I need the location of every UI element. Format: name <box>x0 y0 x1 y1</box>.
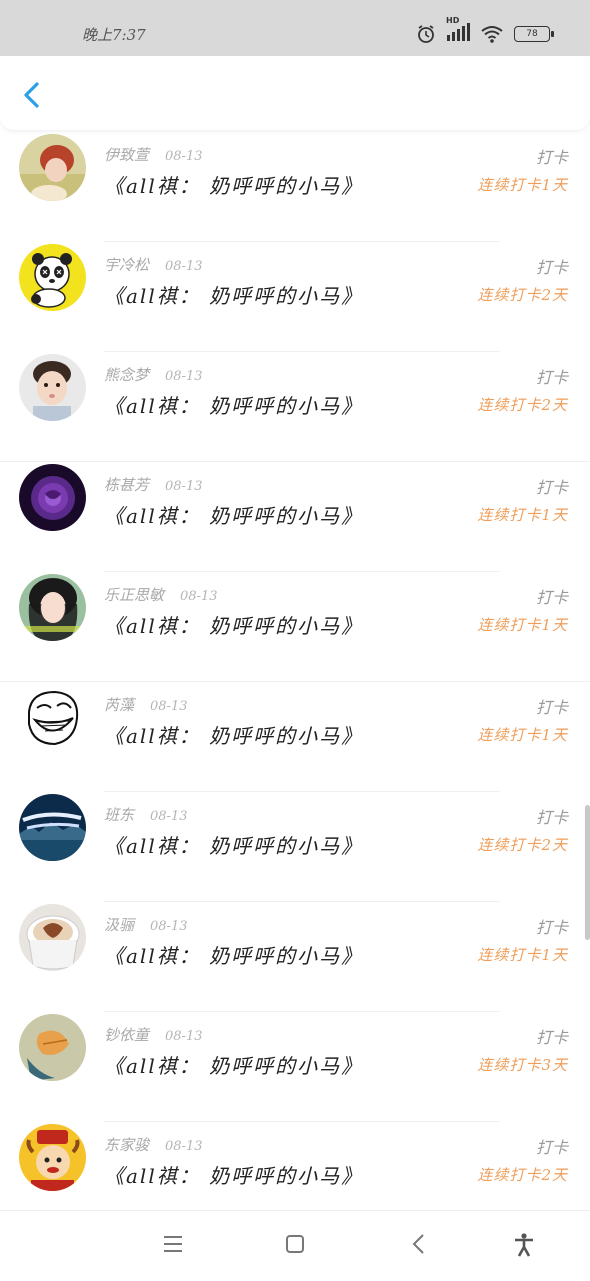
streak-label: 连续打卡3天 <box>477 1056 568 1074</box>
username[interactable]: 伊致萱 <box>104 146 149 164</box>
checkin-label: 打卡 <box>535 258 568 277</box>
user-info: 熊念梦 08-13 <box>104 364 203 385</box>
username[interactable]: 栋甚芳 <box>104 476 149 494</box>
username[interactable]: 东家骏 <box>104 1136 149 1154</box>
checkin-label: 打卡 <box>535 148 568 167</box>
avatar[interactable] <box>19 1014 86 1081</box>
list-item[interactable]: 班东 08-13 《all祺： 奶呼呼的小马》 打卡 连续打卡2天 <box>0 792 590 902</box>
book-title[interactable]: 《all祺： 奶呼呼的小马》 <box>104 1050 363 1079</box>
username[interactable]: 熊念梦 <box>104 366 149 384</box>
user-info: 乐正思敏 08-13 <box>104 584 218 605</box>
user-info: 东家骏 08-13 <box>104 1134 203 1155</box>
back-triangle-icon[interactable] <box>409 1233 429 1259</box>
date: 08-13 <box>150 809 188 824</box>
list-item[interactable]: 东家骏 08-13 《all祺： 奶呼呼的小马》 打卡 连续打卡2天 <box>0 1122 590 1210</box>
checkin-list: 伊致萱 08-13 《all祺： 奶呼呼的小马》 打卡 连续打卡1天 宇冷松 08-… <box>0 130 590 1210</box>
checkin-label: 打卡 <box>535 1028 568 1047</box>
avatar[interactable] <box>19 904 86 971</box>
streak-label: 连续打卡2天 <box>477 286 568 304</box>
checkin-label: 打卡 <box>535 808 568 827</box>
network-label: HD <box>446 16 460 25</box>
list-item[interactable]: 伊致萱 08-13 《all祺： 奶呼呼的小马》 打卡 连续打卡1天 <box>0 132 590 242</box>
avatar[interactable] <box>19 244 86 311</box>
user-info: 栋甚芳 08-13 <box>104 474 203 495</box>
accessibility-icon[interactable] <box>513 1233 535 1261</box>
streak-label: 连续打卡2天 <box>477 396 568 414</box>
avatar[interactable] <box>19 574 86 641</box>
user-info: 宇冷松 08-13 <box>104 254 203 275</box>
username[interactable]: 乐正思敏 <box>104 586 164 604</box>
username[interactable]: 宇冷松 <box>104 256 149 274</box>
username[interactable]: 班东 <box>104 806 134 824</box>
date: 08-13 <box>180 589 218 604</box>
date: 08-13 <box>150 699 188 714</box>
checkin-label: 打卡 <box>535 588 568 607</box>
user-info: 班东 08-13 <box>104 804 188 825</box>
chevron-left-icon <box>24 82 39 108</box>
date: 08-13 <box>165 1139 203 1154</box>
book-title[interactable]: 《all祺： 奶呼呼的小马》 <box>104 390 363 419</box>
date: 08-13 <box>150 919 188 934</box>
date: 08-13 <box>165 259 203 274</box>
status-time: 晚上7:37 <box>82 26 146 44</box>
book-title[interactable]: 《all祺： 奶呼呼的小马》 <box>104 280 363 309</box>
battery-indicator: 78 <box>514 26 554 42</box>
book-title[interactable]: 《all祺： 奶呼呼的小马》 <box>104 830 363 859</box>
streak-label: 连续打卡2天 <box>477 836 568 854</box>
avatar[interactable] <box>19 464 86 531</box>
date: 08-13 <box>165 369 203 384</box>
date: 08-13 <box>165 149 203 164</box>
wifi-icon <box>480 25 504 43</box>
signal-icon: HD <box>446 16 470 45</box>
book-title[interactable]: 《all祺： 奶呼呼的小马》 <box>104 170 363 199</box>
home-square-icon[interactable] <box>285 1233 305 1259</box>
back-button[interactable] <box>18 80 48 110</box>
list-item[interactable]: 钞依童 08-13 《all祺： 奶呼呼的小马》 打卡 连续打卡3天 <box>0 1012 590 1122</box>
checkin-label: 打卡 <box>535 478 568 497</box>
user-info: 钞依童 08-13 <box>104 1024 203 1045</box>
streak-label: 连续打卡1天 <box>477 726 568 744</box>
streak-label: 连续打卡1天 <box>477 946 568 964</box>
alarm-icon <box>416 24 436 44</box>
user-info: 伊致萱 08-13 <box>104 144 203 165</box>
list-item[interactable]: 芮藻 08-13 《all祺： 奶呼呼的小马》 打卡 连续打卡1天 <box>0 682 590 792</box>
username[interactable]: 钞依童 <box>104 1026 149 1044</box>
book-title[interactable]: 《all祺： 奶呼呼的小马》 <box>104 1160 363 1189</box>
streak-label: 连续打卡1天 <box>477 176 568 194</box>
book-title[interactable]: 《all祺： 奶呼呼的小马》 <box>104 720 363 749</box>
book-title[interactable]: 《all祺： 奶呼呼的小马》 <box>104 940 363 969</box>
date: 08-13 <box>165 479 203 494</box>
user-info: 芮藻 08-13 <box>104 694 188 715</box>
checkin-label: 打卡 <box>535 368 568 387</box>
list-item[interactable]: 乐正思敏 08-13 《all祺： 奶呼呼的小马》 打卡 连续打卡1天 <box>0 572 590 682</box>
menu-icon[interactable] <box>163 1233 183 1259</box>
checkin-label: 打卡 <box>535 698 568 717</box>
streak-label: 连续打卡2天 <box>477 1166 568 1184</box>
avatar[interactable] <box>19 684 86 751</box>
avatar[interactable] <box>19 794 86 861</box>
streak-label: 连续打卡1天 <box>477 506 568 524</box>
date: 08-13 <box>165 1029 203 1044</box>
avatar[interactable] <box>19 134 86 201</box>
book-title[interactable]: 《all祺： 奶呼呼的小马》 <box>104 610 363 639</box>
checkin-label: 打卡 <box>535 918 568 937</box>
user-info: 汲骊 08-13 <box>104 914 188 935</box>
checkin-label: 打卡 <box>535 1138 568 1157</box>
streak-label: 连续打卡1天 <box>477 616 568 634</box>
scrollbar[interactable] <box>585 805 590 940</box>
username[interactable]: 汲骊 <box>104 916 134 934</box>
system-nav-bar <box>0 1210 590 1281</box>
status-bar: 晚上7:37 HD 78 <box>0 0 590 56</box>
list-item[interactable]: 宇冷松 08-13 《all祺： 奶呼呼的小马》 打卡 连续打卡2天 <box>0 242 590 352</box>
book-title[interactable]: 《all祺： 奶呼呼的小马》 <box>104 500 363 529</box>
header-bar <box>0 56 590 130</box>
username[interactable]: 芮藻 <box>104 696 134 714</box>
list-item[interactable]: 栋甚芳 08-13 《all祺： 奶呼呼的小马》 打卡 连续打卡1天 <box>0 462 590 572</box>
avatar[interactable] <box>19 354 86 421</box>
list-item[interactable]: 汲骊 08-13 《all祺： 奶呼呼的小马》 打卡 连续打卡1天 <box>0 902 590 1012</box>
list-item[interactable]: 熊念梦 08-13 《all祺： 奶呼呼的小马》 打卡 连续打卡2天 <box>0 352 590 462</box>
status-icons: HD 78 <box>416 16 554 45</box>
avatar[interactable] <box>19 1124 86 1191</box>
